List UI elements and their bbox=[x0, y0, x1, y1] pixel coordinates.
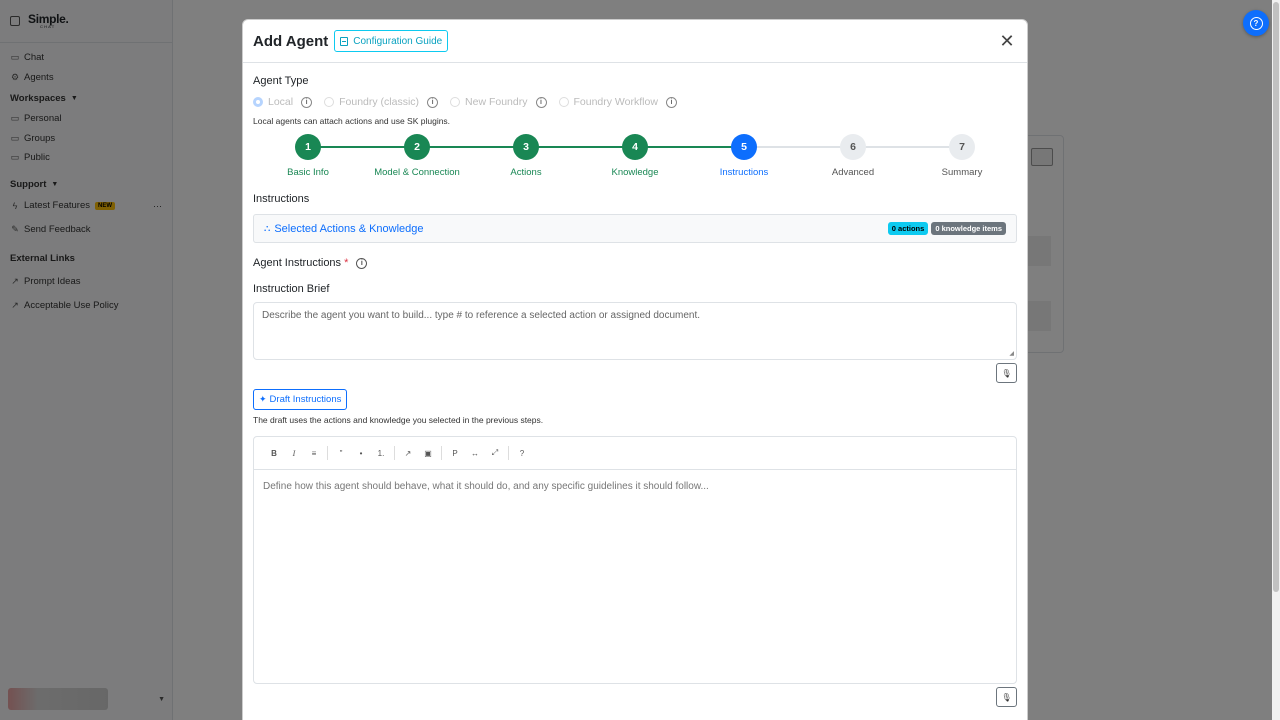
modal-header: Add Agent Configuration Guide ✕ bbox=[243, 20, 1027, 63]
sparkle-icon: ✦ bbox=[259, 394, 267, 404]
page-scrollbar[interactable] bbox=[1272, 0, 1280, 720]
radio-circle[interactable] bbox=[324, 97, 335, 107]
fullscreen-icon[interactable]: ⤢ bbox=[485, 448, 505, 458]
step-label: Knowledge bbox=[611, 167, 659, 178]
step-advanced[interactable]: 6 Advanced bbox=[798, 134, 908, 178]
toolbar-divider bbox=[394, 446, 395, 460]
draft-hint: The draft uses the actions and knowledge… bbox=[253, 415, 544, 425]
hierarchy-icon: ⛬ bbox=[264, 223, 271, 233]
editor-toolbar: B I ≡ " • 1. ↗ ▣ P ↔ ⤢ ? bbox=[254, 437, 1016, 470]
heading-icon[interactable]: ≡ bbox=[304, 449, 324, 458]
step-basic-info[interactable]: 1 Basic Info bbox=[253, 134, 363, 178]
step-actions[interactable]: 3 Actions bbox=[471, 134, 581, 178]
document-icon bbox=[340, 36, 349, 46]
step-number: 2 bbox=[404, 134, 430, 160]
configuration-guide-button[interactable]: Configuration Guide bbox=[334, 30, 449, 52]
radio-foundry-classic[interactable]: Foundry (classic) i bbox=[324, 96, 439, 108]
agent-type-hint: Local agents can attach actions and use … bbox=[253, 116, 451, 126]
link-icon[interactable]: ↗ bbox=[398, 449, 418, 458]
instructions-editor[interactable]: B I ≡ " • 1. ↗ ▣ P ↔ ⤢ ? Define how this… bbox=[253, 436, 1017, 684]
info-icon[interactable]: i bbox=[356, 257, 368, 269]
step-model-connection[interactable]: 2 Model & Connection bbox=[362, 134, 472, 178]
toolbar-divider bbox=[508, 446, 509, 460]
quote-icon[interactable]: " bbox=[331, 449, 351, 458]
step-label: Actions bbox=[510, 167, 542, 178]
step-number: 7 bbox=[949, 134, 975, 160]
step-instructions[interactable]: 5 Instructions bbox=[689, 134, 799, 178]
step-label: Basic Info bbox=[287, 167, 329, 178]
radio-circle[interactable] bbox=[253, 97, 263, 107]
bold-icon[interactable]: B bbox=[264, 449, 284, 458]
microphone-button[interactable]: 🎙 bbox=[996, 687, 1017, 707]
step-number: 6 bbox=[840, 134, 866, 160]
step-number: 4 bbox=[622, 134, 648, 160]
knowledge-count-badge: 0 knowledge items bbox=[931, 222, 1006, 235]
radio-circle[interactable] bbox=[450, 97, 461, 107]
info-icon[interactable]: i bbox=[427, 96, 439, 108]
question-icon: ? bbox=[1249, 16, 1263, 30]
step-summary[interactable]: 7 Summary bbox=[907, 134, 1017, 178]
step-label: Instructions bbox=[719, 167, 769, 178]
help-button[interactable]: ? bbox=[1243, 10, 1269, 36]
side-by-side-icon[interactable]: ↔ bbox=[465, 449, 485, 458]
step-number: 3 bbox=[513, 134, 539, 160]
resize-handle-icon[interactable]: ◢ bbox=[1009, 350, 1014, 357]
radio-local[interactable]: Local i bbox=[253, 96, 313, 108]
instructions-section-title: Instructions bbox=[253, 193, 310, 205]
italic-icon[interactable]: I bbox=[284, 449, 304, 458]
radio-circle[interactable] bbox=[558, 97, 569, 107]
step-label: Model & Connection bbox=[374, 167, 460, 178]
step-label: Advanced bbox=[831, 167, 875, 178]
radio-new-foundry[interactable]: New Foundry i bbox=[450, 96, 547, 108]
step-label: Summary bbox=[941, 167, 983, 178]
modal-title: Add Agent bbox=[253, 32, 329, 50]
toolbar-divider bbox=[327, 446, 328, 460]
radio-foundry-workflow[interactable]: Foundry Workflow i bbox=[558, 96, 677, 108]
selected-actions-knowledge-label: Selected Actions & Knowledge bbox=[274, 222, 424, 235]
step-number: 1 bbox=[295, 134, 321, 160]
numbered-list-icon[interactable]: 1. bbox=[371, 449, 391, 458]
actions-count-badge: 0 actions bbox=[887, 222, 929, 235]
draft-button-label: Draft Instructions bbox=[269, 394, 342, 405]
instruction-brief-textarea[interactable]: Describe the agent you want to build... … bbox=[253, 302, 1017, 360]
info-icon[interactable]: i bbox=[535, 96, 547, 108]
preview-icon[interactable]: P bbox=[445, 449, 465, 458]
brief-placeholder: Describe the agent you want to build... … bbox=[262, 310, 701, 321]
agent-instructions-label: Agent Instructions * i bbox=[253, 257, 1017, 269]
wizard-stepper: 1 Basic Info 2 Model & Connection 3 Actions… bbox=[253, 134, 1017, 190]
microphone-button[interactable]: 🎙 bbox=[996, 363, 1017, 383]
agent-instructions-text: Agent Instructions bbox=[253, 257, 342, 269]
agent-type-radios: Local i Foundry (classic) i New Foundry i F… bbox=[253, 95, 1017, 109]
info-icon[interactable]: i bbox=[301, 96, 313, 108]
info-icon[interactable]: i bbox=[665, 96, 677, 108]
selected-actions-knowledge-toggle[interactable]: ⛬ Selected Actions & Knowledge 0 actions… bbox=[253, 214, 1017, 243]
step-knowledge[interactable]: 4 Knowledge bbox=[580, 134, 690, 178]
image-icon[interactable]: ▣ bbox=[418, 449, 438, 458]
scrollbar-thumb[interactable] bbox=[1273, 2, 1279, 592]
help-icon[interactable]: ? bbox=[512, 449, 532, 458]
draft-instructions-button[interactable]: ✦ Draft Instructions bbox=[253, 389, 348, 410]
toolbar-divider bbox=[441, 446, 442, 460]
instruction-brief-label: Instruction Brief bbox=[253, 283, 330, 295]
bullet-list-icon[interactable]: • bbox=[351, 449, 371, 458]
step-number: 5 bbox=[731, 134, 757, 160]
agent-type-label: Agent Type bbox=[253, 75, 309, 87]
required-mark: * bbox=[344, 257, 349, 269]
add-agent-modal: Add Agent Configuration Guide ✕ Agent Ty… bbox=[242, 19, 1028, 720]
editor-placeholder: Define how this agent should behave, wha… bbox=[263, 481, 709, 492]
close-icon[interactable]: ✕ bbox=[997, 32, 1017, 50]
